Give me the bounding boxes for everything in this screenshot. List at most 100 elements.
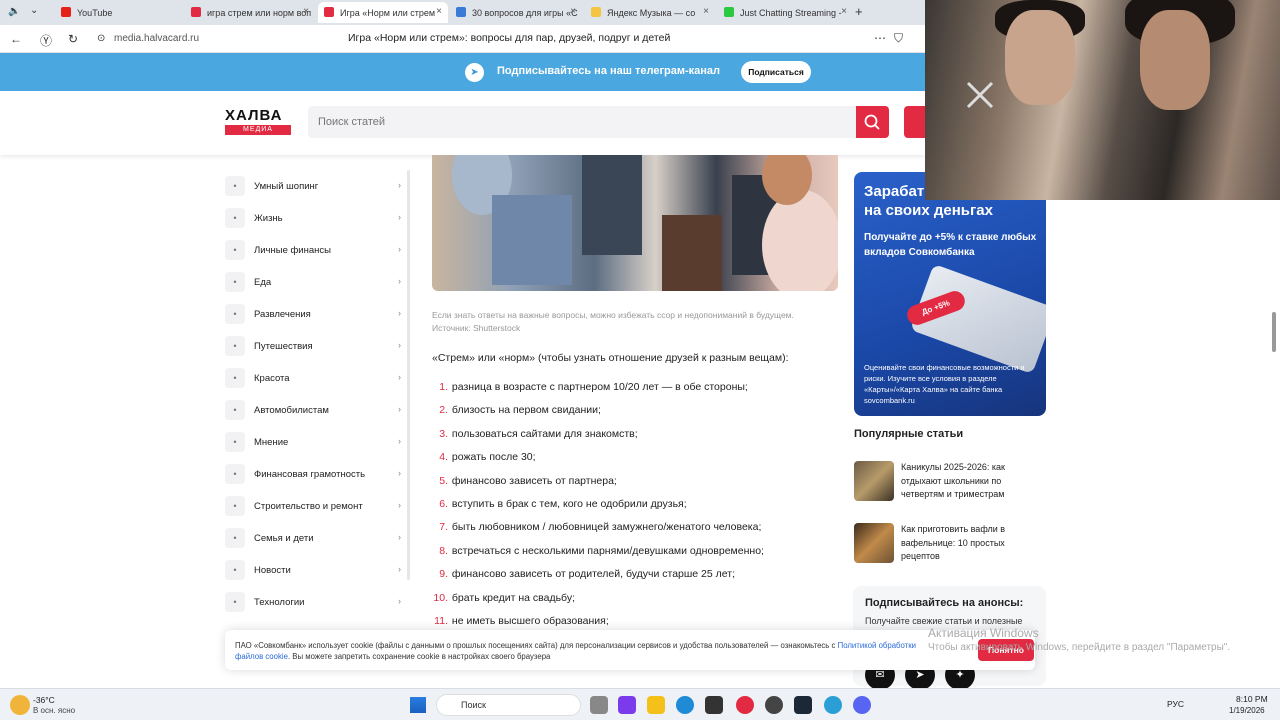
sidebar-item[interactable]: • Семья и дети ›: [225, 527, 405, 549]
discord-icon[interactable]: [853, 696, 871, 714]
edge-icon[interactable]: [676, 696, 694, 714]
phone-icon: •: [225, 592, 245, 612]
sidebar-item[interactable]: • Технологии ›: [225, 591, 405, 613]
sidebar-item[interactable]: • Личные финансы ›: [225, 239, 405, 261]
tab-label: Игра «Норм или стрем: [340, 7, 436, 18]
list-item-text: вступить в брак с тем, кого не одобрили …: [451, 498, 687, 510]
back-arrow-icon[interactable]: ←: [10, 32, 22, 46]
yandex-browser-icon[interactable]: [736, 696, 754, 714]
article-image: [432, 155, 838, 291]
ad-banner[interactable]: Зарабатывайте на своих деньгах Получайте …: [854, 172, 1046, 416]
browser-tab[interactable]: 30 вопросов для игры «С ×: [450, 2, 582, 23]
chevron-right-icon: ›: [398, 372, 401, 382]
image-caption: Если знать ответы на важные вопросы, мож…: [432, 310, 794, 333]
list-item-text: финансово зависеть от родителей, будучи …: [451, 568, 736, 581]
app-icon[interactable]: [618, 696, 636, 714]
taskbar-search[interactable]: Поиск: [436, 694, 581, 716]
bookmark-icon[interactable]: ⛉: [894, 31, 903, 46]
close-icon[interactable]: ×: [841, 6, 847, 17]
folder-icon[interactable]: [647, 696, 665, 714]
sidebar-item[interactable]: • Путешествия ›: [225, 335, 405, 357]
close-icon[interactable]: ×: [570, 6, 576, 17]
sidebar-item[interactable]: • Еда ›: [225, 271, 405, 293]
tab-favicon-icon: [456, 7, 466, 17]
sidebar-item-label: Технологии: [254, 596, 305, 608]
list-item: 4. рожать после 30;: [439, 451, 536, 464]
browser-tab[interactable]: YouTube: [55, 2, 183, 23]
weather-text: В осн. ясно: [33, 706, 76, 715]
list-item: 5. финансово зависеть от партнера;: [439, 474, 617, 487]
store-icon[interactable]: [705, 696, 723, 714]
clock-time[interactable]: 8:10 PM: [1236, 694, 1268, 704]
list-item-text: финансово зависеть от партнера;: [451, 474, 617, 487]
popular-title: Популярные статьи: [854, 428, 964, 440]
popular-item[interactable]: Каникулы 2025-2026: как отдыхают школьни…: [854, 461, 1046, 505]
browser-tab[interactable]: игра стрем или норм воп ×: [185, 2, 315, 23]
sidebar-item[interactable]: • Новости ›: [225, 559, 405, 581]
windows-watermark-text: Чтобы активировать Windows, перейдите в …: [928, 642, 1231, 653]
weather-icon[interactable]: [10, 695, 30, 715]
pulse-icon: •: [225, 208, 245, 228]
sidebar-item[interactable]: • Автомобилистам ›: [225, 399, 405, 421]
sidebar-item[interactable]: • Умный шопинг ›: [225, 175, 405, 197]
sidebar-item[interactable]: • Красота ›: [225, 367, 405, 389]
popular-item-title: Как приготовить вафли в вафельнице: 10 п…: [901, 524, 1006, 561]
chevron-down-icon[interactable]: ⌄: [30, 5, 38, 16]
windows-start-icon[interactable]: [410, 697, 426, 713]
subscribe-button[interactable]: Подписаться: [741, 61, 811, 83]
cookie-files-link[interactable]: файлов cookie: [235, 652, 288, 661]
wallet-icon: •: [225, 240, 245, 260]
telegram-app-icon[interactable]: [824, 696, 842, 714]
steam-icon[interactable]: [794, 696, 812, 714]
list-item: 9. финансово зависеть от родителей, буду…: [439, 568, 736, 581]
close-icon[interactable]: ×: [436, 6, 442, 17]
tab-label: 30 вопросов для игры «С: [472, 7, 578, 18]
sidebar-scrollbar[interactable]: [407, 170, 410, 580]
telegram-icon: ➤: [465, 63, 484, 82]
cart-icon: •: [225, 176, 245, 196]
reload-icon[interactable]: ↻: [68, 32, 78, 46]
ad-heading-2: на своих деньгах: [864, 202, 993, 219]
speaker-icon[interactable]: 🔈: [8, 6, 20, 17]
sidebar-item[interactable]: • Жизнь ›: [225, 207, 405, 229]
popular-item[interactable]: Как приготовить вафли в вафельнице: 10 п…: [854, 523, 1046, 567]
cookie-banner: ПАО «Совкомбанк» использует cookie (файл…: [225, 630, 1035, 670]
chat-icon: •: [225, 432, 245, 452]
url-text[interactable]: media.halvacard.ru: [114, 33, 199, 44]
more-icon[interactable]: ⋯: [874, 31, 886, 45]
sidebar-item[interactable]: • Мнение ›: [225, 431, 405, 453]
popular-thumb: [854, 523, 894, 563]
list-item-text: быть любовником / любовницей замужнего/ж…: [451, 521, 762, 534]
clock-date[interactable]: 1/19/2026: [1229, 706, 1265, 715]
page-scrollbar[interactable]: [1272, 312, 1276, 352]
sidebar-item[interactable]: • Финансовая грамотность ›: [225, 463, 405, 485]
yandex-icon[interactable]: Ⓨ: [40, 32, 52, 49]
browser-tab[interactable]: Just Chatting Streaming - ×: [718, 2, 853, 23]
close-icon[interactable]: ×: [303, 6, 309, 17]
new-tab-icon[interactable]: +: [855, 4, 863, 19]
tab-favicon-icon: [324, 7, 334, 17]
sidebar-item[interactable]: • Строительство и ремонт ›: [225, 495, 405, 517]
party-icon: •: [225, 304, 245, 324]
tab-label: Just Chatting Streaming -: [740, 7, 842, 18]
sidebar-item[interactable]: • Развлечения ›: [225, 303, 405, 325]
cookie-policy-link[interactable]: Политикой обработки: [838, 641, 916, 650]
header-action-button[interactable]: [904, 106, 925, 138]
browser-tab[interactable]: Игра «Норм или стрем ×: [318, 2, 448, 23]
logo[interactable]: ХАЛВА: [225, 107, 282, 124]
search-input[interactable]: [308, 106, 857, 138]
beauty-icon: •: [225, 368, 245, 388]
card-icon: •: [225, 464, 245, 484]
sidebar-item-label: Семья и дети: [254, 532, 314, 544]
chevron-right-icon: ›: [398, 436, 401, 446]
task-view-icon[interactable]: [590, 696, 608, 714]
article-intro: «Стрем» или «норм» (чтобы узнать отношен…: [432, 352, 789, 364]
language-indicator[interactable]: РУС: [1167, 699, 1184, 709]
search-button[interactable]: [856, 106, 889, 138]
close-icon[interactable]: ×: [703, 6, 709, 17]
obs-icon[interactable]: [765, 696, 783, 714]
car-icon: •: [225, 400, 245, 420]
telegram-banner: ➤ Подписывайтесь на наш телеграм-канал П…: [0, 53, 925, 91]
chevron-right-icon: ›: [398, 244, 401, 254]
browser-tab[interactable]: Яндекс Музыка — со ×: [585, 2, 715, 23]
